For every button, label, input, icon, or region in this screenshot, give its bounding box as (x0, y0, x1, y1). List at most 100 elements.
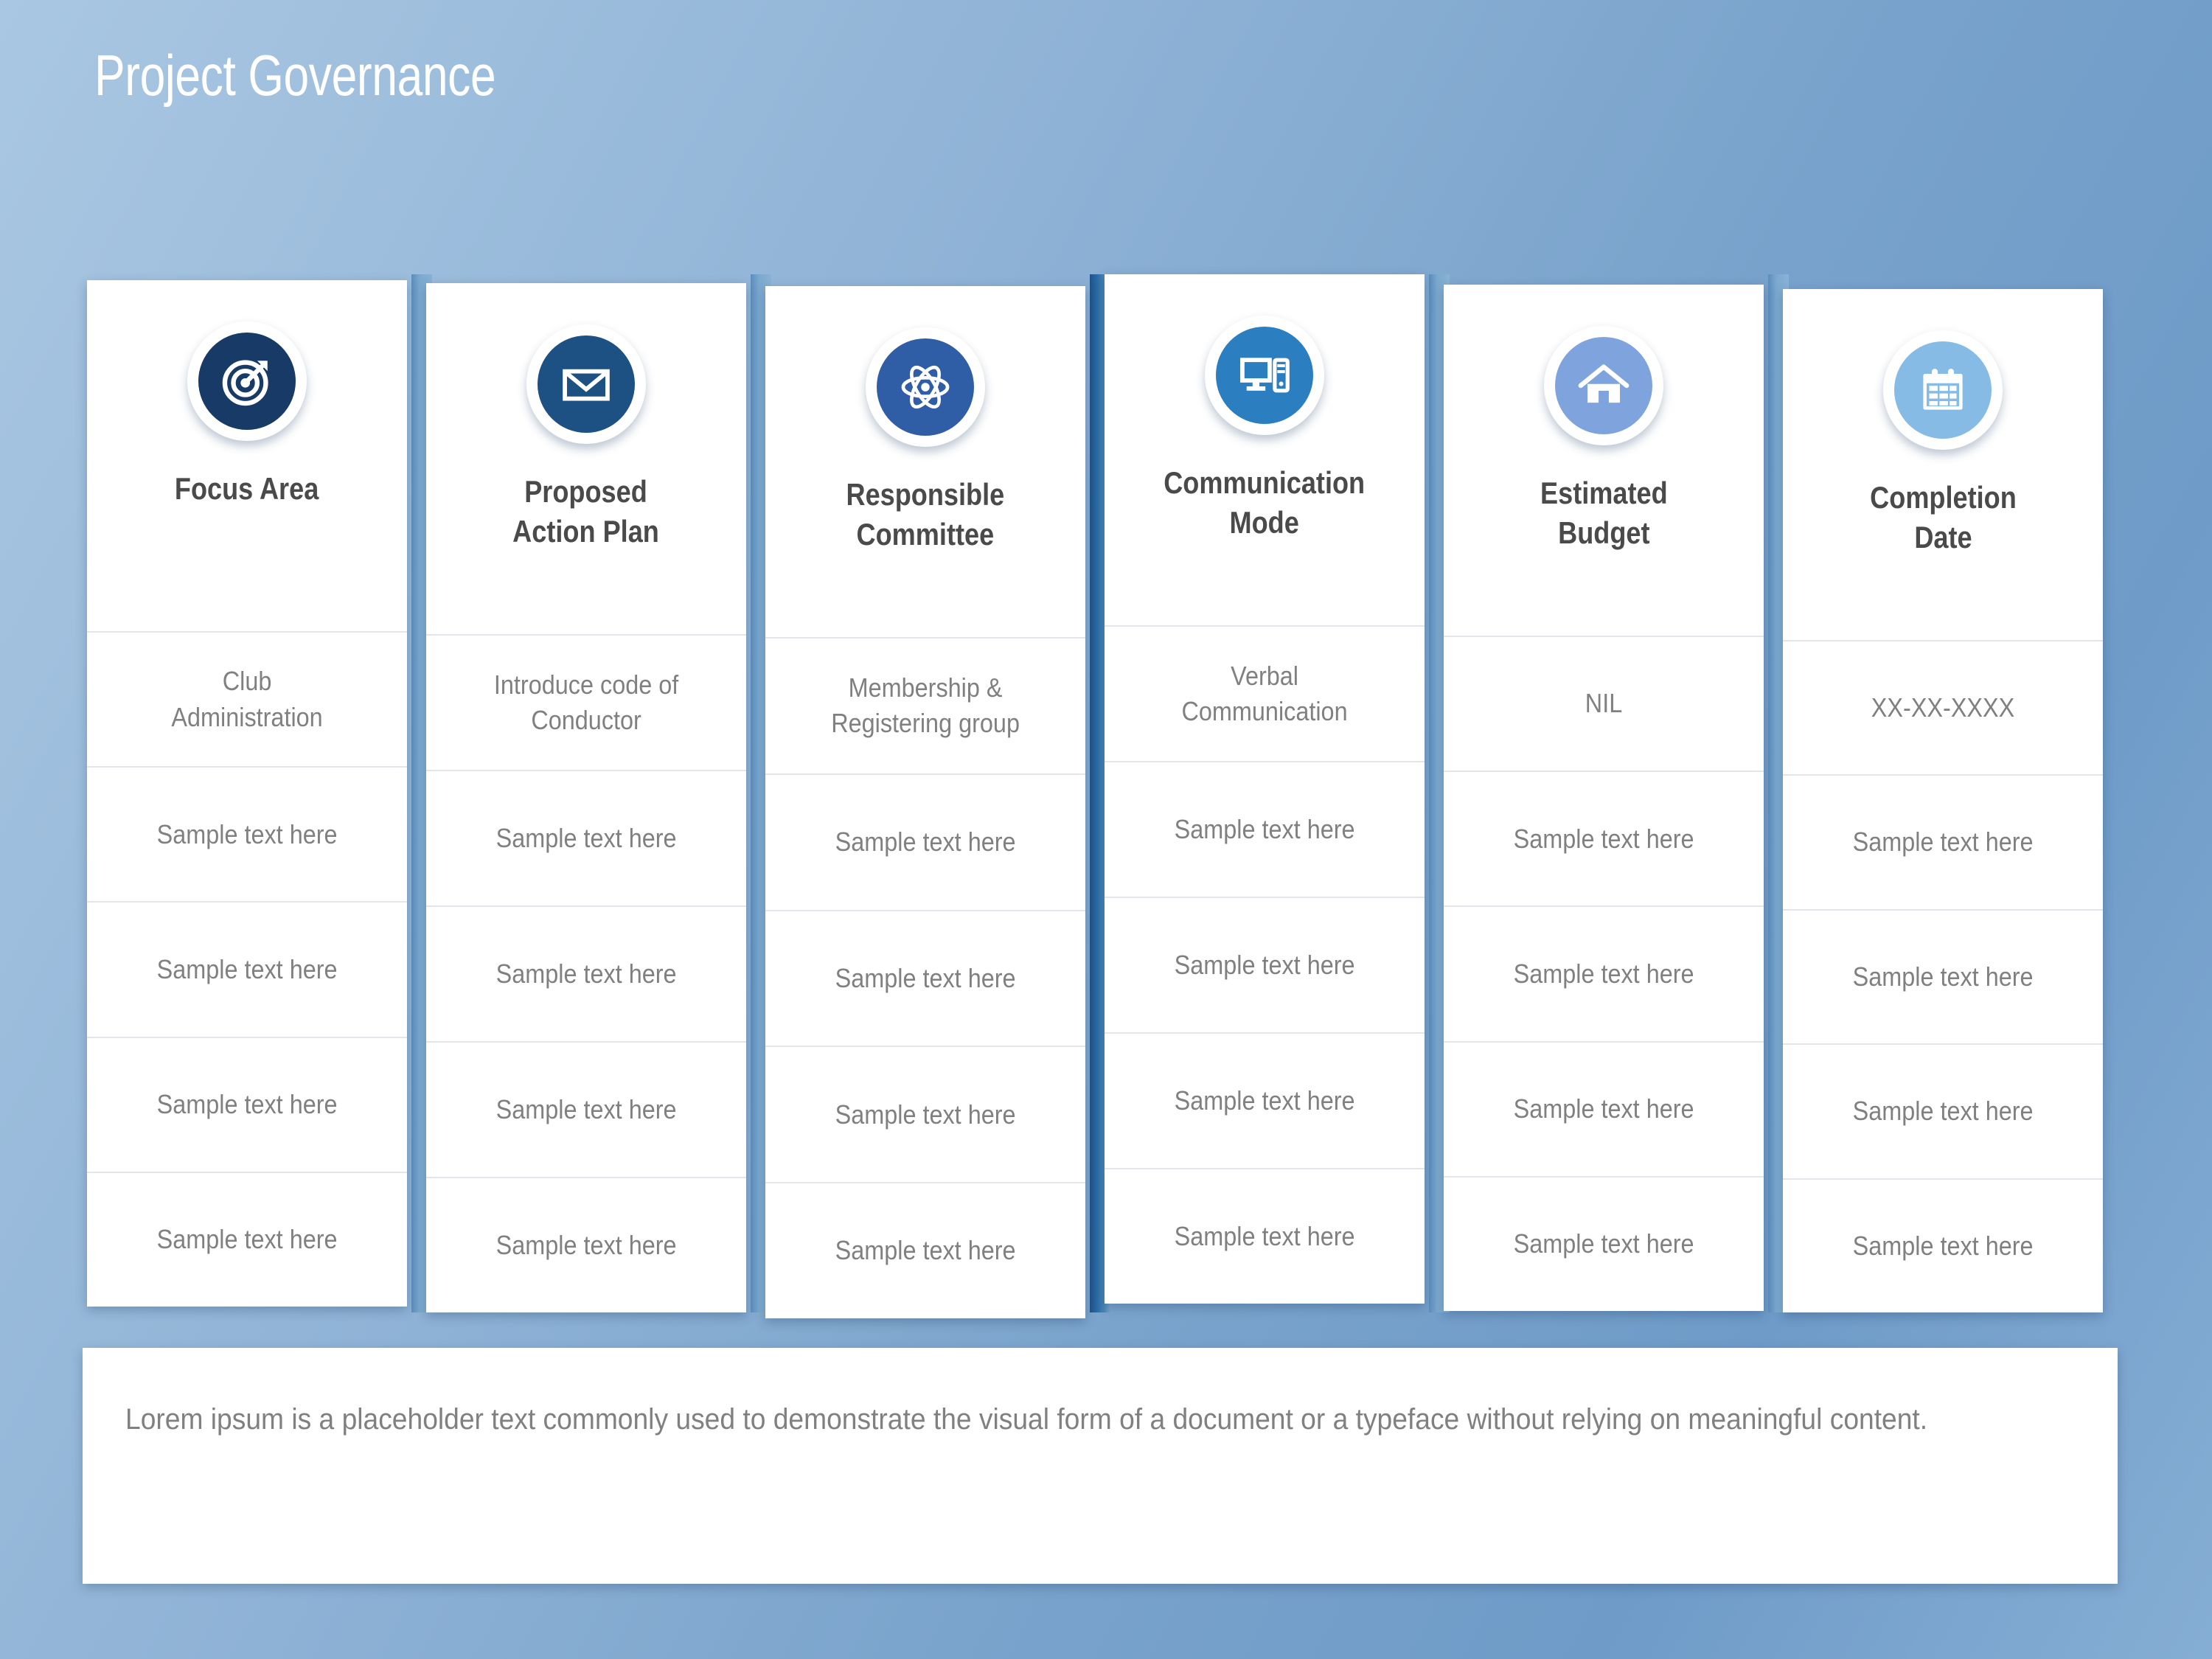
icon-ring (1544, 326, 1663, 445)
table-cell[interactable]: Introduce code of Conductor (426, 636, 746, 771)
cell-text: Introduce code of Conductor (493, 669, 679, 735)
cell-text: Sample text here (1852, 961, 2034, 992)
table-column-estimated-budget: Estimated Budget NIL Sample text here Sa… (1439, 274, 1789, 1312)
table-cell[interactable]: Sample text here (1783, 776, 2103, 911)
cell-text: Sample text here (835, 962, 1016, 993)
icon-ring (1205, 316, 1324, 435)
cell-text: Sample text here (495, 822, 677, 853)
cell-text: Sample text here (1852, 827, 2034, 858)
table-cell[interactable]: Sample text here (765, 1183, 1085, 1318)
column-header-label: Communication Mode (1164, 465, 1366, 540)
calendar-icon (1894, 341, 1992, 439)
table-cell[interactable]: Sample text here (87, 768, 407, 903)
footer-note-text: Lorem ipsum is a placeholder text common… (125, 1403, 1928, 1436)
cell-text: NIL (1585, 688, 1623, 719)
table-cell[interactable]: Sample text here (1444, 1178, 1764, 1311)
table-cell[interactable]: Sample text here (1105, 1169, 1425, 1304)
table-column-focus-area: Focus Area Club Administration Sample te… (83, 274, 432, 1312)
table-cell[interactable]: Sample text here (426, 771, 746, 907)
column-header-label: Proposed Action Plan (512, 474, 660, 549)
target-icon (198, 333, 296, 430)
table-column-completion-date: Completion Date XX-XX-XXXX Sample text h… (1778, 274, 2118, 1312)
column-header-label: Focus Area (175, 471, 319, 506)
icon-ring (526, 324, 646, 444)
column-header-label: Estimated Budget (1540, 476, 1668, 550)
page-title: Project Governance (94, 43, 496, 108)
table-column-communication-mode: Communication Mode Verbal Communication … (1100, 274, 1450, 1312)
table-cell[interactable]: XX-XX-XXXX (1783, 641, 2103, 776)
table-cell[interactable]: Sample text here (426, 1178, 746, 1312)
table-cell[interactable]: Sample text here (1783, 1045, 2103, 1180)
cell-text: Sample text here (495, 1093, 677, 1124)
home-icon (1555, 337, 1652, 434)
cell-text: Sample text here (156, 1224, 338, 1255)
cell-text: Sample text here (1174, 949, 1355, 980)
table-cell[interactable]: Sample text here (765, 911, 1085, 1048)
cell-text: XX-XX-XXXX (1871, 692, 2015, 723)
cell-text: Sample text here (835, 827, 1016, 858)
column-card[interactable]: Estimated Budget NIL Sample text here Sa… (1444, 285, 1764, 1311)
column-header: Responsible Committee (765, 286, 1085, 639)
column-header-label: Completion Date (1869, 480, 2017, 554)
governance-table: Focus Area Club Administration Sample te… (83, 274, 2118, 1318)
desktop-computer-icon (1216, 327, 1313, 424)
cell-text: Sample text here (1852, 1230, 2034, 1261)
table-column-responsible-committee: Responsible Committee Membership & Regis… (761, 274, 1110, 1318)
cell-text: Sample text here (495, 1229, 677, 1260)
table-cell[interactable]: Sample text here (1105, 1034, 1425, 1169)
table-cell[interactable]: Sample text here (87, 902, 407, 1038)
column-header: Focus Area (87, 280, 407, 633)
cell-text: Sample text here (156, 953, 338, 984)
cell-text: Sample text here (1174, 1085, 1355, 1116)
column-card[interactable]: Completion Date XX-XX-XXXX Sample text h… (1783, 289, 2103, 1312)
column-header: Completion Date (1783, 289, 2103, 641)
table-cell[interactable]: Sample text here (765, 775, 1085, 911)
table-cell[interactable]: Sample text here (426, 907, 746, 1043)
column-header: Communication Mode (1105, 274, 1425, 627)
table-cell[interactable]: NIL (1444, 637, 1764, 773)
footer-note-card[interactable]: Lorem ipsum is a placeholder text common… (83, 1348, 2118, 1584)
cell-text: Sample text here (1513, 958, 1694, 989)
column-card[interactable]: Proposed Action Plan Introduce code of C… (426, 283, 746, 1312)
cell-text: Sample text here (1174, 813, 1355, 844)
cell-text: Sample text here (1513, 823, 1694, 854)
column-header: Estimated Budget (1444, 285, 1764, 637)
table-cell[interactable]: Membership & Registering group (765, 639, 1085, 775)
table-cell[interactable]: Sample text here (1783, 911, 2103, 1046)
cell-text: Sample text here (495, 958, 677, 989)
column-card[interactable]: Focus Area Club Administration Sample te… (87, 280, 407, 1307)
table-cell[interactable]: Sample text here (1444, 772, 1764, 908)
cell-text: Sample text here (156, 1089, 338, 1120)
cell-text: Sample text here (156, 818, 338, 849)
icon-ring (1883, 330, 2003, 450)
column-header-label: Responsible Committee (846, 477, 1005, 552)
table-cell[interactable]: Sample text here (1105, 898, 1425, 1034)
envelope-icon (538, 335, 635, 433)
table-cell[interactable]: Sample text here (1783, 1180, 2103, 1312)
table-column-proposed-action-plan: Proposed Action Plan Introduce code of C… (422, 274, 771, 1312)
table-cell[interactable]: Sample text here (87, 1038, 407, 1173)
table-cell[interactable]: Verbal Communication (1105, 627, 1425, 762)
table-cell[interactable]: Club Administration (87, 633, 407, 768)
table-cell[interactable]: Sample text here (87, 1173, 407, 1307)
table-cell[interactable]: Sample text here (765, 1047, 1085, 1184)
table-cell[interactable]: Sample text here (1105, 762, 1425, 898)
cell-text: Sample text here (835, 1099, 1016, 1130)
column-header: Proposed Action Plan (426, 283, 746, 636)
column-card[interactable]: Responsible Committee Membership & Regis… (765, 286, 1085, 1318)
table-cell[interactable]: Sample text here (1444, 1043, 1764, 1178)
cell-text: Membership & Registering group (831, 672, 1020, 739)
cell-text: Sample text here (1513, 1093, 1694, 1124)
atom-icon (877, 338, 974, 436)
cell-text: Club Administration (171, 666, 323, 732)
cell-text: Sample text here (835, 1235, 1016, 1266)
icon-ring (187, 321, 307, 441)
table-cell[interactable]: Sample text here (426, 1043, 746, 1178)
icon-ring (866, 327, 985, 447)
cell-text: Verbal Communication (1181, 660, 1348, 726)
cell-text: Sample text here (1513, 1228, 1694, 1259)
column-card[interactable]: Communication Mode Verbal Communication … (1105, 274, 1425, 1304)
table-cell[interactable]: Sample text here (1444, 907, 1764, 1043)
cell-text: Sample text here (1174, 1220, 1355, 1251)
cell-text: Sample text here (1852, 1096, 2034, 1127)
